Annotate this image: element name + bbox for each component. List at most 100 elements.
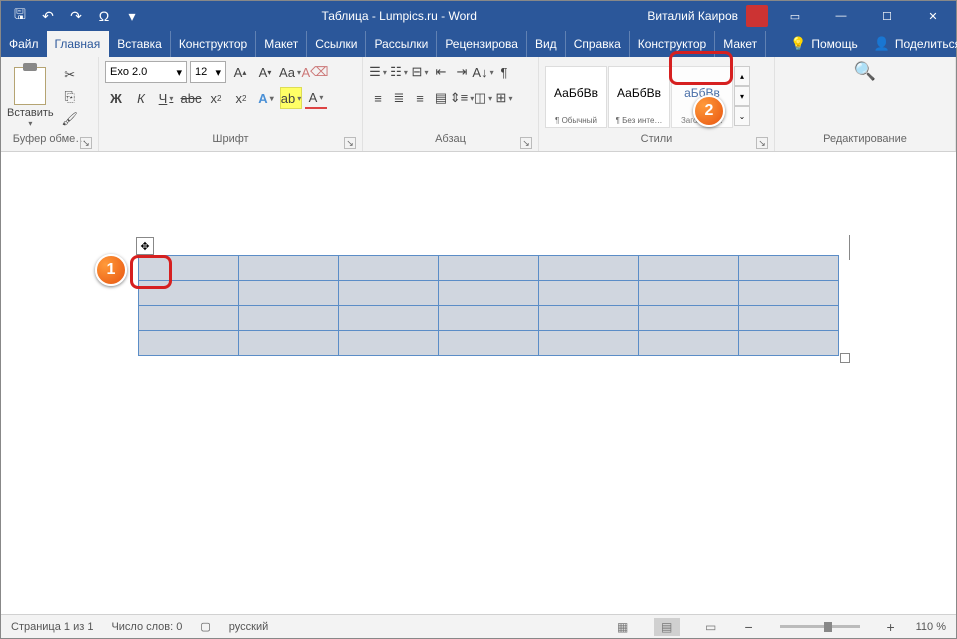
styles-launcher-icon[interactable]: ↘ (756, 137, 768, 149)
superscript-button[interactable]: x2 (230, 87, 252, 109)
zoom-in-button[interactable]: + (884, 619, 898, 635)
table-row[interactable] (139, 281, 839, 306)
align-left-button[interactable]: ≡ (369, 87, 387, 109)
callout-ring-1 (130, 255, 172, 289)
style-nospacing[interactable]: АаБбВв ¶ Без инте… (608, 66, 670, 128)
zoom-slider[interactable] (780, 625, 860, 628)
user-area: Виталий Каиров (647, 5, 772, 27)
tab-help[interactable]: Справка (566, 31, 630, 57)
shading-button[interactable]: ◫ (474, 87, 492, 109)
styles-gallery-nav: ▴ ▾ ⌄ (734, 66, 750, 128)
gallery-up-button[interactable]: ▴ (734, 66, 750, 86)
clear-formatting-button[interactable]: A⌫ (304, 61, 326, 83)
font-size-select[interactable]: 12▾ (190, 61, 226, 83)
clipboard-launcher-icon[interactable]: ↘ (80, 137, 92, 149)
gallery-more-button[interactable]: ⌄ (734, 106, 750, 126)
user-avatar[interactable] (746, 5, 768, 27)
group-styles: АаБбВв ¶ Обычный АаБбВв ¶ Без инте… аБбВ… (539, 57, 775, 151)
table-move-handle[interactable]: ✥ (136, 237, 154, 255)
subscript-button[interactable]: x2 (205, 87, 227, 109)
font-launcher-icon[interactable]: ↘ (344, 137, 356, 149)
status-words[interactable]: Число слов: 0 (111, 621, 182, 633)
tab-file[interactable]: Файл (1, 31, 47, 57)
italic-button[interactable]: К (130, 87, 152, 109)
shrink-font-button[interactable]: A▾ (254, 61, 276, 83)
maximize-button[interactable]: ☐ (864, 1, 910, 31)
proofing-icon[interactable]: ▢ (200, 620, 210, 633)
tab-insert[interactable]: Вставка (109, 31, 171, 57)
justify-button[interactable]: ▤ (432, 87, 450, 109)
tab-layout[interactable]: Макет (256, 31, 307, 57)
underline-button[interactable]: Ч (155, 87, 177, 109)
highlight-button[interactable]: ab (280, 87, 302, 109)
web-layout-icon[interactable]: ▭ (698, 618, 724, 636)
group-paragraph: ☰ ☷ ⊟ ⇤ ⇥ A↓ ¶ ≡ ≣ ≡ ▤ ⇕≡ ◫ ⊞ Абзац↘ (363, 57, 539, 151)
callout-1: 1 (95, 254, 127, 286)
font-name-select[interactable]: Exo 2.0▾ (105, 61, 187, 83)
omega-icon[interactable]: Ω (95, 7, 113, 25)
text-effects-button[interactable]: A (255, 87, 277, 109)
status-page[interactable]: Страница 1 из 1 (11, 621, 93, 633)
tab-design[interactable]: Конструктор (171, 31, 256, 57)
strikethrough-button[interactable]: abc (180, 87, 202, 109)
qat-more-icon[interactable]: ▾ (123, 7, 141, 25)
change-case-button[interactable]: Aa (279, 61, 301, 83)
document-area[interactable]: ✥ (1, 171, 956, 614)
increase-indent-button[interactable]: ⇥ (453, 61, 471, 83)
paste-button[interactable]: Вставить ▾ (7, 67, 54, 128)
decrease-indent-button[interactable]: ⇤ (432, 61, 450, 83)
group-font: Exo 2.0▾ 12▾ A▴ A▾ Aa A⌫ Ж К Ч abc x2 x2… (99, 57, 363, 151)
save-icon[interactable]: 🖫 (11, 7, 29, 25)
grow-font-button[interactable]: A▴ (229, 61, 251, 83)
document-table[interactable] (138, 255, 839, 356)
copy-icon[interactable]: ⎘ (62, 89, 78, 105)
font-color-button[interactable]: A (305, 87, 327, 109)
table-row[interactable] (139, 306, 839, 331)
gallery-down-button[interactable]: ▾ (734, 86, 750, 106)
zoom-thumb[interactable] (824, 622, 832, 632)
format-painter-icon[interactable]: 🖌 (62, 111, 78, 127)
tab-spacer (766, 31, 782, 57)
read-mode-icon[interactable]: ▦ (610, 618, 636, 636)
bold-button[interactable]: Ж (105, 87, 127, 109)
style-normal[interactable]: АаБбВв ¶ Обычный (545, 66, 607, 128)
help-button[interactable]: 💡Помощь (782, 31, 866, 57)
tab-mailings[interactable]: Рассылки (366, 31, 437, 57)
status-language[interactable]: русский (229, 621, 268, 633)
align-center-button[interactable]: ≣ (390, 87, 408, 109)
window-title: Таблица - Lumpics.ru - Word (151, 9, 647, 23)
cut-icon[interactable]: ✂ (62, 67, 78, 83)
zoom-out-button[interactable]: − (742, 619, 756, 635)
numbering-button[interactable]: ☷ (390, 61, 408, 83)
page[interactable]: ✥ (1, 171, 956, 614)
search-icon[interactable]: 🔍 (854, 61, 876, 82)
undo-icon[interactable]: ↶ (39, 7, 57, 25)
share-button[interactable]: 👤Поделиться (866, 31, 957, 57)
align-right-button[interactable]: ≡ (411, 87, 429, 109)
user-name[interactable]: Виталий Каиров (647, 9, 738, 23)
tab-references[interactable]: Ссылки (307, 31, 366, 57)
line-spacing-button[interactable]: ⇕≡ (453, 87, 471, 109)
zoom-level[interactable]: 110 % (916, 621, 946, 633)
table-resize-handle[interactable] (840, 353, 850, 363)
table-row[interactable] (139, 331, 839, 356)
show-marks-button[interactable]: ¶ (495, 61, 513, 83)
paste-icon (14, 67, 46, 105)
sort-button[interactable]: A↓ (474, 61, 492, 83)
redo-icon[interactable]: ↷ (67, 7, 85, 25)
table-row[interactable] (139, 256, 839, 281)
tab-home[interactable]: Главная (47, 31, 110, 57)
callout-ring-2 (669, 51, 733, 85)
close-button[interactable]: ✕ (910, 1, 956, 31)
borders-button[interactable]: ⊞ (495, 87, 513, 109)
multilevel-button[interactable]: ⊟ (411, 61, 429, 83)
paste-label: Вставить (7, 107, 54, 119)
tab-review[interactable]: Рецензирова (437, 31, 527, 57)
ribbon-display-icon[interactable]: ▭ (772, 1, 818, 31)
bullets-button[interactable]: ☰ (369, 61, 387, 83)
tab-view[interactable]: Вид (527, 31, 566, 57)
person-icon: 👤 (874, 36, 890, 52)
minimize-button[interactable]: — (818, 1, 864, 31)
paragraph-launcher-icon[interactable]: ↘ (520, 137, 532, 149)
print-layout-icon[interactable]: ▤ (654, 618, 680, 636)
